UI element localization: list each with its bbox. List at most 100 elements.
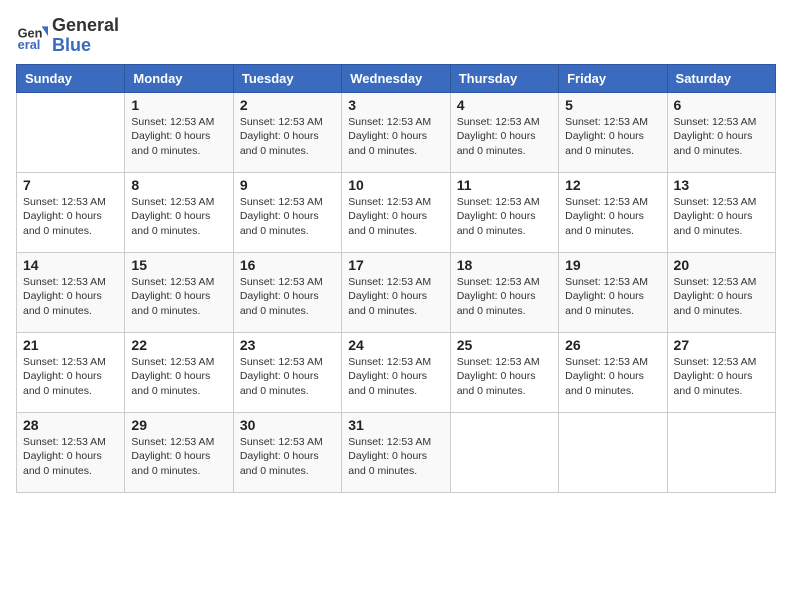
logo-icon: Gen eral: [16, 20, 48, 52]
day-number: 1: [131, 97, 226, 113]
calendar-cell: 5 Sunset: 12:53 AM Daylight: 0 hours and …: [559, 92, 667, 172]
day-number: 19: [565, 257, 660, 273]
day-number: 25: [457, 337, 552, 353]
day-info: Sunset: 12:53 AM Daylight: 0 hours and 0…: [240, 115, 335, 159]
day-number: 10: [348, 177, 443, 193]
day-number: 28: [23, 417, 118, 433]
calendar-cell: 28Sunset: 12:53 AM Daylight: 0 hours and…: [17, 412, 125, 492]
calendar-cell: 23 Sunset: 12:53 AM Daylight: 0 hours and…: [233, 332, 341, 412]
day-number: 21: [23, 337, 118, 353]
calendar-cell: 15 Sunset: 12:53 AM Daylight: 0 hours and…: [125, 252, 233, 332]
day-info: Sunset: 12:53 AM Daylight: 0 hours and 0…: [131, 275, 226, 319]
day-number: 15: [131, 257, 226, 273]
day-info: Sunset: 12:53 AM Daylight: 0 hours and 0…: [240, 275, 335, 319]
day-info: Sunset: 12:53 AM Daylight: 0 hours and 0…: [23, 355, 118, 399]
day-number: 23: [240, 337, 335, 353]
day-number: 31: [348, 417, 443, 433]
day-info: Sunset: 12:53 AM Daylight: 0 hours and 0…: [348, 275, 443, 319]
calendar-cell: 12 Sunset: 12:53 AM Daylight: 0 hours and…: [559, 172, 667, 252]
day-info: Sunset: 12:53 AM Daylight: 0 hours and 0…: [240, 195, 335, 239]
day-info: Sunset: 12:53 AM Daylight: 0 hours and 0…: [674, 355, 769, 399]
calendar-cell: 29 Sunset: 12:53 AM Daylight: 0 hours and…: [125, 412, 233, 492]
calendar-week-row: 21 Sunset: 12:53 AM Daylight: 0 hours and…: [17, 332, 776, 412]
day-info: Sunset: 12:53 AM Daylight: 0 hours and 0…: [565, 115, 660, 159]
day-info: Sunset: 12:53 AM Daylight: 0 hours and 0…: [348, 115, 443, 159]
page-header: Gen eral General Blue: [16, 16, 776, 56]
day-number: 8: [131, 177, 226, 193]
day-number: 22: [131, 337, 226, 353]
day-number: 24: [348, 337, 443, 353]
day-info: Sunset: 12:53 AM Daylight: 0 hours and 0…: [240, 435, 335, 479]
calendar-cell: 14 Sunset: 12:53 AM Daylight: 0 hours and…: [17, 252, 125, 332]
calendar-cell: 10 Sunset: 12:53 AM Daylight: 0 hours and…: [342, 172, 450, 252]
calendar-cell: [559, 412, 667, 492]
day-info: Sunset: 12:53 AM Daylight: 0 hours and 0…: [23, 275, 118, 319]
svg-text:eral: eral: [18, 37, 41, 52]
day-info: Sunset: 12:53 AM Daylight: 0 hours and 0…: [674, 275, 769, 319]
day-info: Sunset: 12:53 AM Daylight: 0 hours and 0…: [131, 435, 226, 479]
calendar-cell: 24Sunset: 12:53 AM Daylight: 0 hours and…: [342, 332, 450, 412]
day-info: Sunset: 12:53 AM Daylight: 0 hours and 0…: [565, 355, 660, 399]
calendar-cell: 7 Sunset: 12:53 AM Daylight: 0 hours and …: [17, 172, 125, 252]
calendar-cell: 8 Sunset: 12:53 AM Daylight: 0 hours and …: [125, 172, 233, 252]
day-info: Sunset: 12:53 AM Daylight: 0 hours and 0…: [457, 115, 552, 159]
day-number: 7: [23, 177, 118, 193]
day-number: 6: [674, 97, 769, 113]
col-header-monday: Monday: [125, 64, 233, 92]
calendar-cell: 1 Sunset: 12:53 AM Daylight: 0 hours and …: [125, 92, 233, 172]
calendar-cell: 27 Sunset: 12:53 AM Daylight: 0 hours and…: [667, 332, 775, 412]
calendar-cell: [667, 412, 775, 492]
col-header-thursday: Thursday: [450, 64, 558, 92]
day-number: 27: [674, 337, 769, 353]
calendar-cell: 16Sunset: 12:53 AM Daylight: 0 hours and…: [233, 252, 341, 332]
calendar-cell: 11 Sunset: 12:53 AM Daylight: 0 hours and…: [450, 172, 558, 252]
calendar-cell: 2 Sunset: 12:53 AM Daylight: 0 hours and …: [233, 92, 341, 172]
day-info: Sunset: 12:53 AM Daylight: 0 hours and 0…: [348, 195, 443, 239]
day-number: 13: [674, 177, 769, 193]
day-info: Sunset: 12:53 AM Daylight: 0 hours and 0…: [674, 195, 769, 239]
calendar-cell: 25 Sunset: 12:53 AM Daylight: 0 hours and…: [450, 332, 558, 412]
day-info: Sunset: 12:53 AM Daylight: 0 hours and 0…: [240, 355, 335, 399]
calendar-cell: 26 Sunset: 12:53 AM Daylight: 0 hours and…: [559, 332, 667, 412]
calendar-cell: 6 Sunset: 12:53 AM Daylight: 0 hours and …: [667, 92, 775, 172]
day-info: Sunset: 12:53 AM Daylight: 0 hours and 0…: [565, 195, 660, 239]
calendar-week-row: 1 Sunset: 12:53 AM Daylight: 0 hours and …: [17, 92, 776, 172]
day-info: Sunset: 12:53 AM Daylight: 0 hours and 0…: [348, 435, 443, 479]
day-number: 18: [457, 257, 552, 273]
day-number: 4: [457, 97, 552, 113]
calendar-header-row: SundayMondayTuesdayWednesdayThursdayFrid…: [17, 64, 776, 92]
day-number: 11: [457, 177, 552, 193]
calendar-cell: 20Sunset: 12:53 AM Daylight: 0 hours and…: [667, 252, 775, 332]
day-number: 12: [565, 177, 660, 193]
day-number: 9: [240, 177, 335, 193]
calendar-cell: 13 Sunset: 12:53 AM Daylight: 0 hours and…: [667, 172, 775, 252]
day-number: 3: [348, 97, 443, 113]
day-info: Sunset: 12:53 AM Daylight: 0 hours and 0…: [131, 355, 226, 399]
col-header-sunday: Sunday: [17, 64, 125, 92]
day-info: Sunset: 12:53 AM Daylight: 0 hours and 0…: [23, 195, 118, 239]
day-info: Sunset: 12:53 AM Daylight: 0 hours and 0…: [131, 115, 226, 159]
calendar-cell: 21 Sunset: 12:53 AM Daylight: 0 hours and…: [17, 332, 125, 412]
calendar-week-row: 28 Sunset: 12:53 AM Daylight: 0 hours and…: [17, 412, 776, 492]
day-number: 26: [565, 337, 660, 353]
calendar-cell: [17, 92, 125, 172]
calendar-cell: [450, 412, 558, 492]
day-info: Sunset: 12:53 AM Daylight: 0 hours and 0…: [131, 195, 226, 239]
calendar-week-row: 14 Sunset: 12:53 AM Daylight: 0 hours and…: [17, 252, 776, 332]
calendar-cell: 17Sunset: 12:53 AM Daylight: 0 hours and…: [342, 252, 450, 332]
calendar-cell: 4 Sunset: 12:53 AM Daylight: 0 hours and …: [450, 92, 558, 172]
day-info: Sunset: 12:53 AM Daylight: 0 hours and 0…: [565, 275, 660, 319]
day-info: Sunset: 12:53 AM Daylight: 0 hours and 0…: [457, 195, 552, 239]
calendar-cell: 30Sunset: 12:53 AM Daylight: 0 hours and…: [233, 412, 341, 492]
col-header-saturday: Saturday: [667, 64, 775, 92]
day-number: 5: [565, 97, 660, 113]
day-number: 14: [23, 257, 118, 273]
day-info: Sunset: 12:53 AM Daylight: 0 hours and 0…: [674, 115, 769, 159]
day-info: Sunset: 12:53 AM Daylight: 0 hours and 0…: [457, 355, 552, 399]
day-number: 29: [131, 417, 226, 433]
calendar-cell: 18Sunset: 12:53 AM Daylight: 0 hours and…: [450, 252, 558, 332]
calendar-cell: 22 Sunset: 12:53 AM Daylight: 0 hours and…: [125, 332, 233, 412]
logo: Gen eral General Blue: [16, 16, 119, 56]
col-header-tuesday: Tuesday: [233, 64, 341, 92]
day-number: 2: [240, 97, 335, 113]
